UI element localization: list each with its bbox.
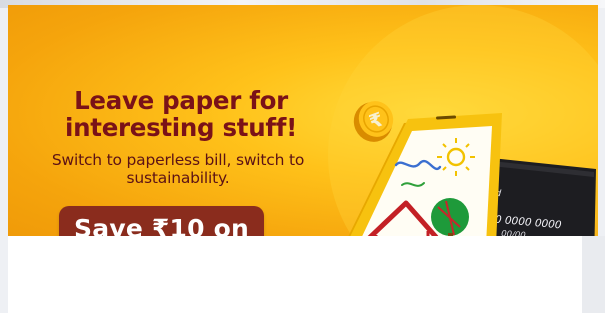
promo-banner[interactable]: ard 00 0000 0000 00/00 [8,5,598,245]
banner-headline: Leave paper for interesting stuff! [65,86,297,142]
content-panel [8,236,582,313]
banner-subheadline: Switch to paperless bill, switch to sust… [51,151,305,187]
page-gutter [582,236,605,313]
